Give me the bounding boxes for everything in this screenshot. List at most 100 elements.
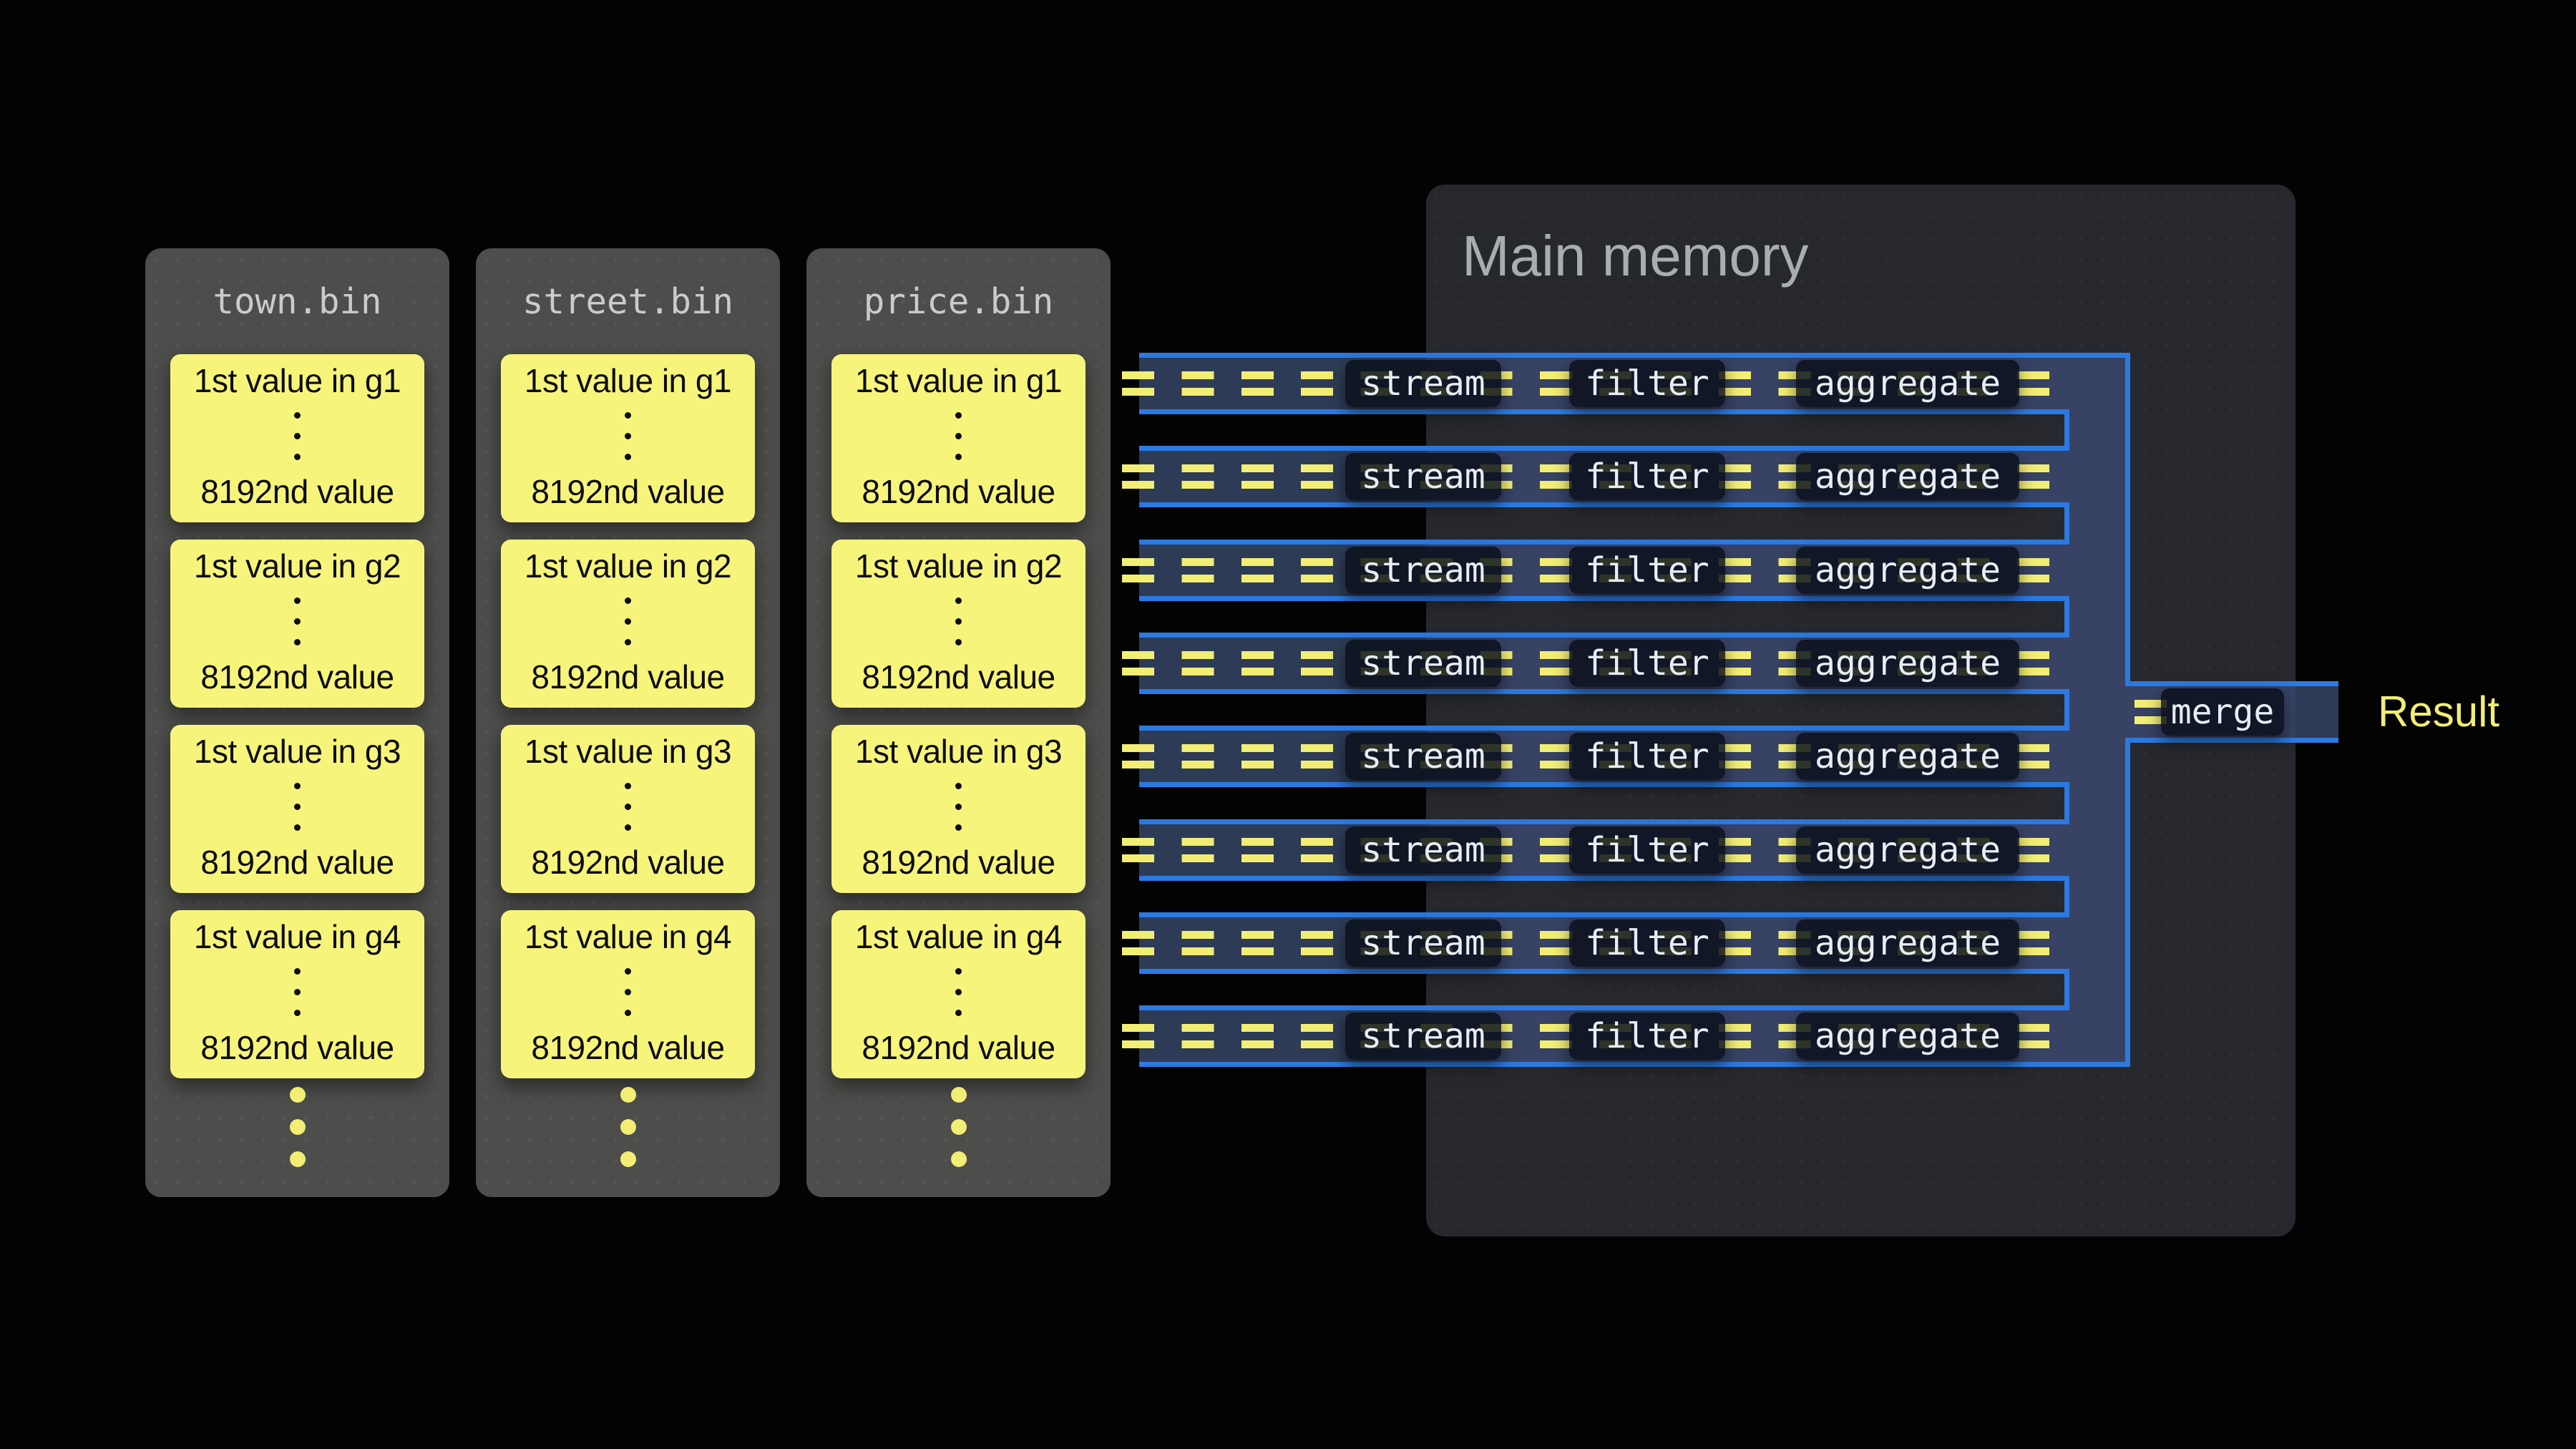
values-ellipsis-icon: [625, 412, 631, 460]
filter-operator: filter: [1569, 826, 1725, 874]
group-last-value: 8192nd value: [531, 472, 724, 511]
row-group-block: 1st value in g4 8192nd value: [501, 910, 755, 1078]
merge-operator: merge: [2161, 688, 2284, 736]
row-group-block: 1st value in g2 8192nd value: [831, 540, 1085, 708]
group-last-value: 8192nd value: [531, 843, 724, 882]
aggregate-operator: aggregate: [1796, 453, 2019, 500]
row-group-block: 1st value in g4 8192nd value: [831, 910, 1085, 1078]
file-name: price.bin: [806, 248, 1111, 354]
row-group-block: 1st value in g1 8192nd value: [501, 354, 755, 522]
file-panel: town.bin 1st value in g1 8192nd value 1s…: [145, 248, 449, 1197]
group-last-value: 8192nd value: [200, 1028, 394, 1067]
group-last-value: 8192nd value: [200, 658, 394, 696]
row-group-block: 1st value in g3 8192nd value: [170, 725, 424, 893]
values-ellipsis-icon: [955, 412, 962, 460]
values-ellipsis-icon: [625, 597, 631, 645]
merge-rail: [2069, 358, 2130, 1062]
group-first-value: 1st value in g1: [525, 361, 731, 400]
values-ellipsis-icon: [625, 968, 631, 1016]
stream-pipeline-row: stream filter aggregate: [1139, 819, 2130, 881]
file-name: street.bin: [476, 248, 780, 354]
row-connector: [2064, 689, 2069, 731]
group-last-value: 8192nd value: [862, 1028, 1055, 1067]
stream-operator: stream: [1345, 733, 1501, 780]
aggregate-operator: aggregate: [1796, 640, 2019, 687]
values-ellipsis-icon: [294, 968, 301, 1016]
more-groups-ellipsis-icon: [620, 1087, 636, 1167]
group-first-value: 1st value in g3: [525, 732, 731, 771]
filter-operator: filter: [1569, 547, 1725, 594]
group-first-value: 1st value in g4: [194, 917, 401, 956]
aggregate-operator: aggregate: [1796, 1013, 2019, 1060]
stream-operator: stream: [1345, 360, 1501, 407]
aggregate-operator: aggregate: [1796, 919, 2019, 967]
result-label: Result: [2378, 681, 2499, 743]
row-connector: [2064, 782, 2069, 824]
stream-pipeline-row: stream filter aggregate: [1139, 1005, 2130, 1067]
stream-pipeline-row: stream filter aggregate: [1139, 726, 2130, 787]
row-group-block: 1st value in g1 8192nd value: [831, 354, 1085, 522]
main-memory-title: Main memory: [1462, 222, 1809, 291]
group-first-value: 1st value in g2: [855, 547, 1062, 585]
row-connector: [2064, 502, 2069, 545]
group-last-value: 8192nd value: [862, 658, 1055, 696]
aggregate-operator: aggregate: [1796, 733, 2019, 780]
row-group-block: 1st value in g2 8192nd value: [501, 540, 755, 708]
diagram-canvas: Main memory town.bin 1st value in g1 819…: [0, 0, 2576, 1449]
values-ellipsis-icon: [955, 597, 962, 645]
row-connector: [2064, 409, 2069, 451]
group-last-value: 8192nd value: [531, 1028, 724, 1067]
aggregate-operator: aggregate: [1796, 826, 2019, 874]
row-connector: [2064, 876, 2069, 917]
row-connector: [2064, 969, 2069, 1010]
more-groups-ellipsis-icon: [290, 1087, 306, 1167]
stream-operator: stream: [1345, 1013, 1501, 1060]
row-group-block: 1st value in g4 8192nd value: [170, 910, 424, 1078]
row-connector: [2064, 596, 2069, 638]
group-last-value: 8192nd value: [200, 472, 394, 511]
more-groups-ellipsis-icon: [951, 1087, 967, 1167]
values-ellipsis-icon: [294, 783, 301, 831]
group-first-value: 1st value in g2: [525, 547, 731, 585]
filter-operator: filter: [1569, 453, 1725, 500]
values-ellipsis-icon: [294, 412, 301, 460]
group-first-value: 1st value in g1: [194, 361, 401, 400]
row-group-block: 1st value in g1 8192nd value: [170, 354, 424, 522]
file-panel: price.bin 1st value in g1 8192nd value 1…: [806, 248, 1111, 1197]
group-first-value: 1st value in g3: [194, 732, 401, 771]
stream-operator: stream: [1345, 453, 1501, 500]
file-name: town.bin: [145, 248, 449, 354]
stream-operator: stream: [1345, 919, 1501, 967]
aggregate-operator: aggregate: [1796, 547, 2019, 594]
filter-operator: filter: [1569, 640, 1725, 687]
filter-operator: filter: [1569, 733, 1725, 780]
stream-operator: stream: [1345, 547, 1501, 594]
row-group-block: 1st value in g3 8192nd value: [831, 725, 1085, 893]
stream-pipeline-row: stream filter aggregate: [1139, 912, 2130, 974]
stream-pipeline-row: stream filter aggregate: [1139, 540, 2130, 601]
group-last-value: 8192nd value: [531, 658, 724, 696]
filter-operator: filter: [1569, 919, 1725, 967]
values-ellipsis-icon: [625, 783, 631, 831]
group-last-value: 8192nd value: [862, 843, 1055, 882]
merge-label: merge: [2171, 692, 2275, 732]
group-last-value: 8192nd value: [200, 843, 394, 882]
group-first-value: 1st value in g4: [525, 917, 731, 956]
file-panel: street.bin 1st value in g1 8192nd value …: [476, 248, 780, 1197]
group-first-value: 1st value in g4: [855, 917, 1062, 956]
filter-operator: filter: [1569, 1013, 1725, 1060]
values-ellipsis-icon: [294, 597, 301, 645]
stream-pipeline-row: stream filter aggregate: [1139, 353, 2130, 414]
group-first-value: 1st value in g3: [855, 732, 1062, 771]
stream-pipeline-row: stream filter aggregate: [1139, 446, 2130, 507]
merge-branch: merge: [2125, 681, 2338, 743]
values-ellipsis-icon: [955, 968, 962, 1016]
group-first-value: 1st value in g2: [194, 547, 401, 585]
values-ellipsis-icon: [955, 783, 962, 831]
filter-operator: filter: [1569, 360, 1725, 407]
stream-operator: stream: [1345, 826, 1501, 874]
row-group-block: 1st value in g3 8192nd value: [501, 725, 755, 893]
stream-pipeline-row: stream filter aggregate: [1139, 633, 2130, 694]
row-group-block: 1st value in g2 8192nd value: [170, 540, 424, 708]
aggregate-operator: aggregate: [1796, 360, 2019, 407]
